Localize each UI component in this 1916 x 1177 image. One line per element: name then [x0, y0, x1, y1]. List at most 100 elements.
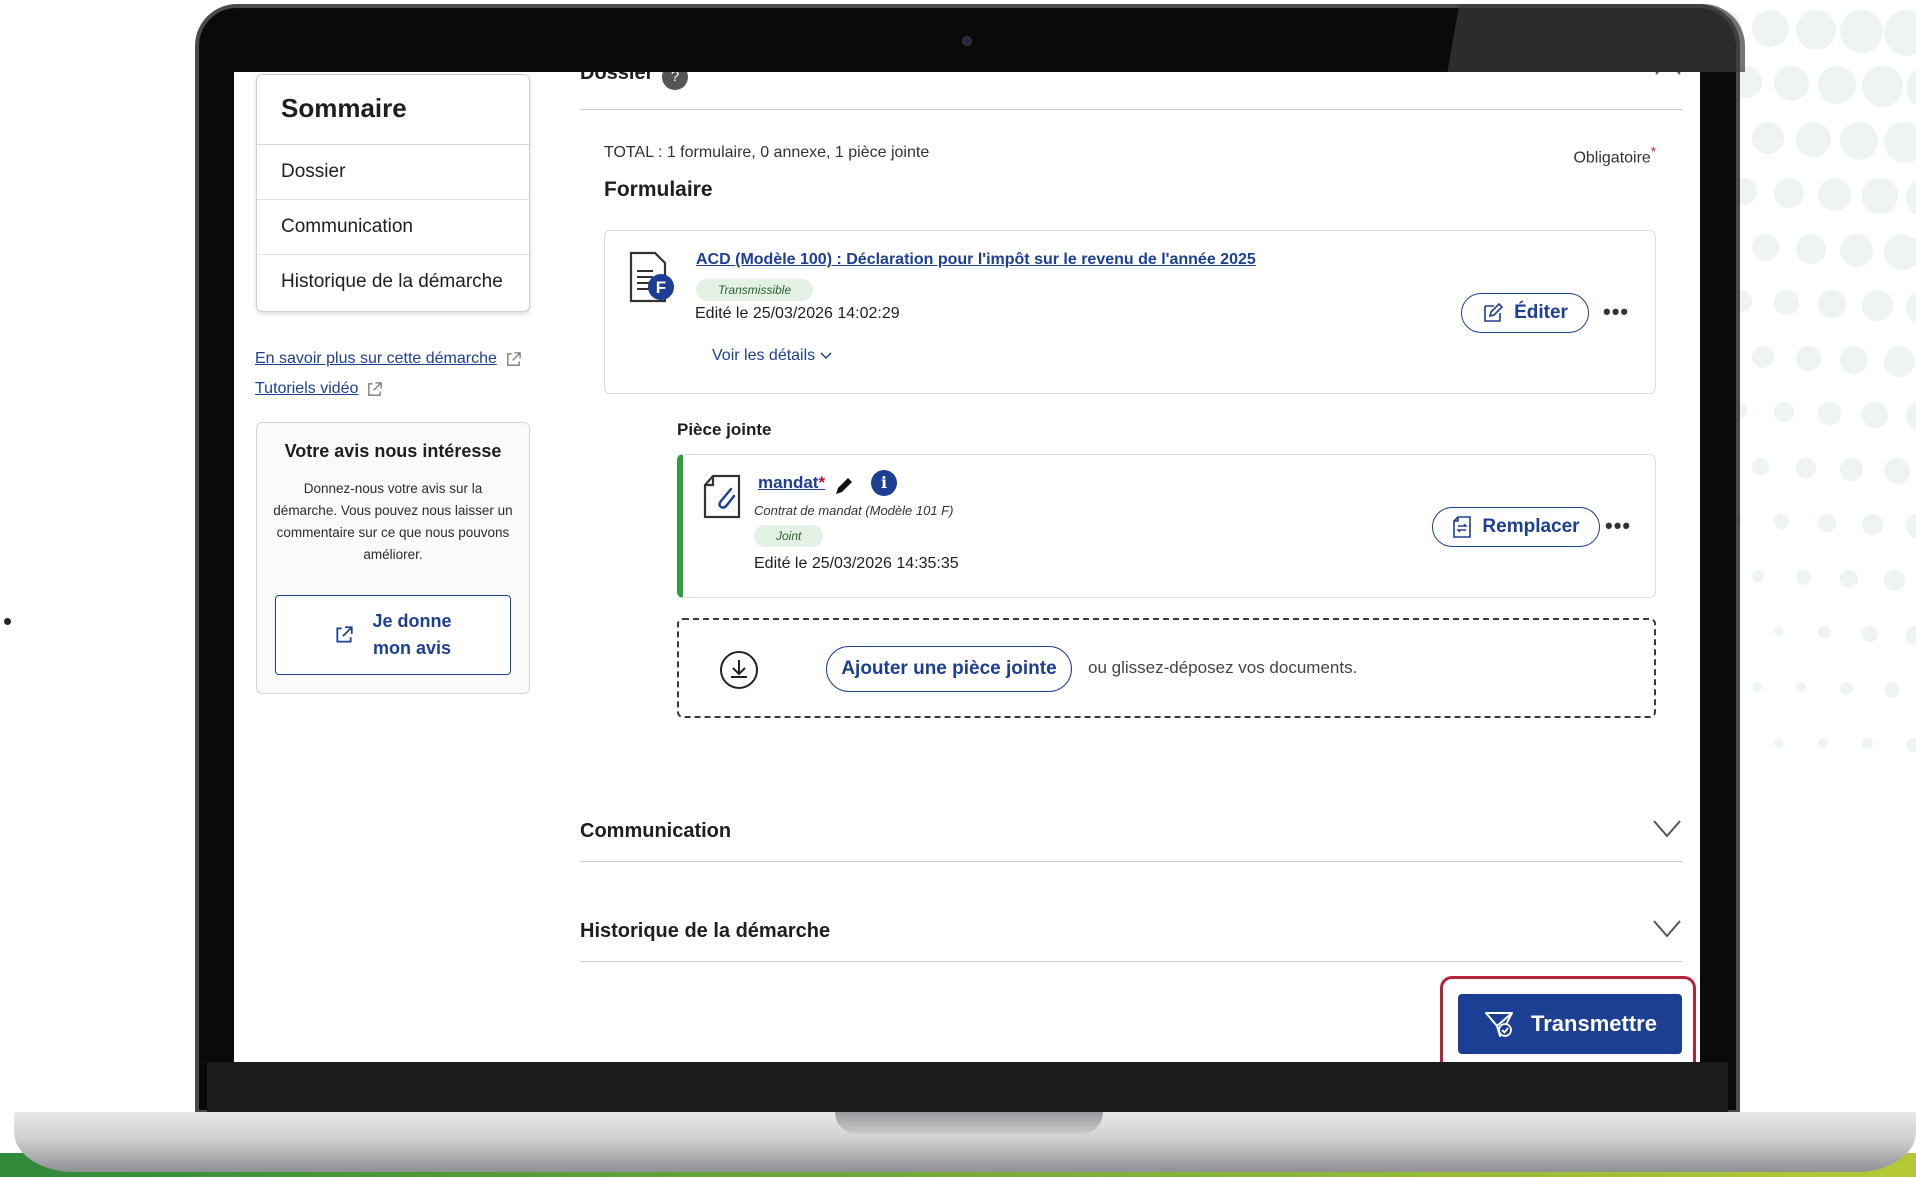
- add-attachment-button[interactable]: Ajouter une pièce jointe: [826, 646, 1072, 692]
- formulaire-heading: Formulaire: [604, 178, 713, 201]
- accordion-communication[interactable]: Communication: [580, 806, 1682, 862]
- background-dot: [1796, 682, 1806, 692]
- summary-title: Sommaire: [257, 75, 529, 145]
- replace-button[interactable]: Remplacer: [1432, 507, 1600, 547]
- more-options-icon[interactable]: •••: [1605, 513, 1631, 539]
- background-dot: [1818, 178, 1851, 211]
- accordion-historique-title: Historique de la démarche: [580, 920, 831, 942]
- attachment-edited-date: Edité le 25/03/2026 14:35:35: [754, 555, 959, 572]
- chevron-down-icon: [1653, 820, 1681, 838]
- give-feedback-line2: mon avis: [372, 638, 451, 658]
- accordion-historique[interactable]: Historique de la démarche: [580, 906, 1682, 962]
- attachment-heading: Pièce jointe: [677, 420, 772, 439]
- app-screen: Sommaire Dossier Communication Historiqu…: [234, 72, 1700, 1062]
- background-dot: [1774, 738, 1784, 748]
- background-dot: [1840, 458, 1863, 481]
- feedback-title: Votre avis nous intéresse: [284, 441, 502, 461]
- see-details-link[interactable]: Voir les détails: [712, 347, 832, 365]
- background-dot: [1906, 290, 1916, 324]
- background-dot: [1884, 570, 1905, 591]
- required-star: *: [818, 473, 826, 492]
- background-dot: [1862, 178, 1898, 214]
- file-dropzone[interactable]: Ajouter une pièce jointe ou glissez-dépo…: [677, 618, 1656, 718]
- edit-button[interactable]: Éditer: [1461, 293, 1589, 333]
- chevron-down-icon: [1653, 920, 1681, 938]
- form-icon-letter: F: [656, 278, 666, 297]
- background-dot: [1818, 738, 1828, 748]
- summary-nav: Sommaire Dossier Communication Historiqu…: [256, 74, 530, 312]
- background-dot: [1862, 738, 1873, 749]
- background-dot: [1774, 290, 1799, 315]
- background-dot: [1862, 66, 1903, 107]
- video-tutorials-label: Tutoriels vidéo: [255, 380, 359, 397]
- background-dot: [1818, 626, 1831, 639]
- form-card: F ACD (Modèle 100) : Déclaration pour l'…: [604, 230, 1656, 394]
- background-dot: [1774, 514, 1789, 529]
- background-dot: [1862, 290, 1893, 321]
- background-dot: [1840, 234, 1873, 267]
- background-dot: [1752, 682, 1762, 692]
- background-dot: [1796, 346, 1821, 371]
- summary-item-historique[interactable]: Historique de la démarche: [257, 255, 529, 310]
- background-dot: [1796, 570, 1811, 585]
- learn-more-link[interactable]: En savoir plus sur cette démarche: [255, 350, 522, 368]
- learn-more-label: En savoir plus sur cette démarche: [255, 350, 497, 367]
- background-dot: [1884, 682, 1900, 698]
- external-link-icon: [336, 626, 354, 643]
- background-dot: [1774, 178, 1804, 208]
- form-edited-date: Edité le 25/03/2026 14:02:29: [695, 305, 900, 322]
- background-dot: [1840, 122, 1878, 160]
- summary-item-communication[interactable]: Communication: [257, 200, 529, 255]
- required-label: Obligatoire: [1573, 149, 1651, 167]
- dossier-section-title: Dossier: [580, 72, 654, 84]
- accordion-communication-title: Communication: [580, 820, 732, 842]
- external-link-icon: [368, 381, 383, 396]
- background-dot: [1752, 570, 1764, 582]
- background-dot: [1818, 402, 1841, 425]
- background-dot: [1774, 626, 1784, 636]
- attachment-link-label: mandat: [758, 473, 819, 492]
- background-dot: [1884, 122, 1916, 163]
- external-link-icon: [507, 351, 521, 366]
- background-dot: [1884, 458, 1910, 484]
- dossier-section-header[interactable]: Dossier ?: [580, 72, 1682, 110]
- background-dot: [1906, 626, 1916, 645]
- paperclip-document-icon: [703, 474, 741, 519]
- attachment-link[interactable]: mandat*: [758, 473, 825, 493]
- background-dot: [1884, 346, 1915, 377]
- background-dot: [1796, 234, 1826, 264]
- more-options-icon[interactable]: •••: [1603, 299, 1629, 325]
- replace-button-label: Remplacer: [1482, 516, 1580, 537]
- total-summary: TOTAL : 1 formulaire, 0 annexe, 1 pièce …: [604, 144, 930, 161]
- attachment-card: mandat* i Contrat de mandat (Modèle 101 …: [677, 454, 1656, 598]
- background-dot: [1796, 10, 1836, 50]
- background-dot: [1752, 10, 1789, 47]
- edit-button-label: Éditer: [1514, 302, 1568, 323]
- background-dot: [1906, 402, 1916, 431]
- background-dot: [1818, 290, 1846, 318]
- background-dot: [1796, 122, 1831, 157]
- pencil-icon[interactable]: [833, 475, 855, 497]
- help-icon[interactable]: ?: [662, 72, 688, 90]
- status-badge: Joint: [754, 525, 824, 547]
- see-details-label: Voir les détails: [712, 347, 816, 364]
- summary-item-dossier[interactable]: Dossier: [257, 145, 529, 200]
- edit-icon: [1484, 302, 1504, 322]
- give-feedback-button[interactable]: Je donne mon avis: [275, 595, 511, 675]
- background-dot: [1862, 626, 1878, 642]
- bullet-dot: [4, 618, 11, 625]
- chevron-down-icon: [820, 352, 832, 360]
- background-dot: [1840, 346, 1868, 374]
- chevron-up-icon[interactable]: [1654, 72, 1682, 76]
- info-icon[interactable]: i: [871, 470, 897, 496]
- background-dot: [1752, 234, 1779, 261]
- background-dot: [1818, 514, 1836, 532]
- form-title-link[interactable]: ACD (Modèle 100) : Déclaration pour l'im…: [696, 251, 1256, 269]
- background-dot: [1752, 346, 1774, 368]
- background-dot: [1774, 402, 1794, 422]
- status-badge: Transmissible: [696, 279, 814, 301]
- background-dot: [1906, 66, 1916, 110]
- submit-button[interactable]: Transmettre: [1458, 994, 1682, 1054]
- video-tutorials-link[interactable]: Tutoriels vidéo: [255, 380, 383, 398]
- background-dot: [1906, 738, 1916, 752]
